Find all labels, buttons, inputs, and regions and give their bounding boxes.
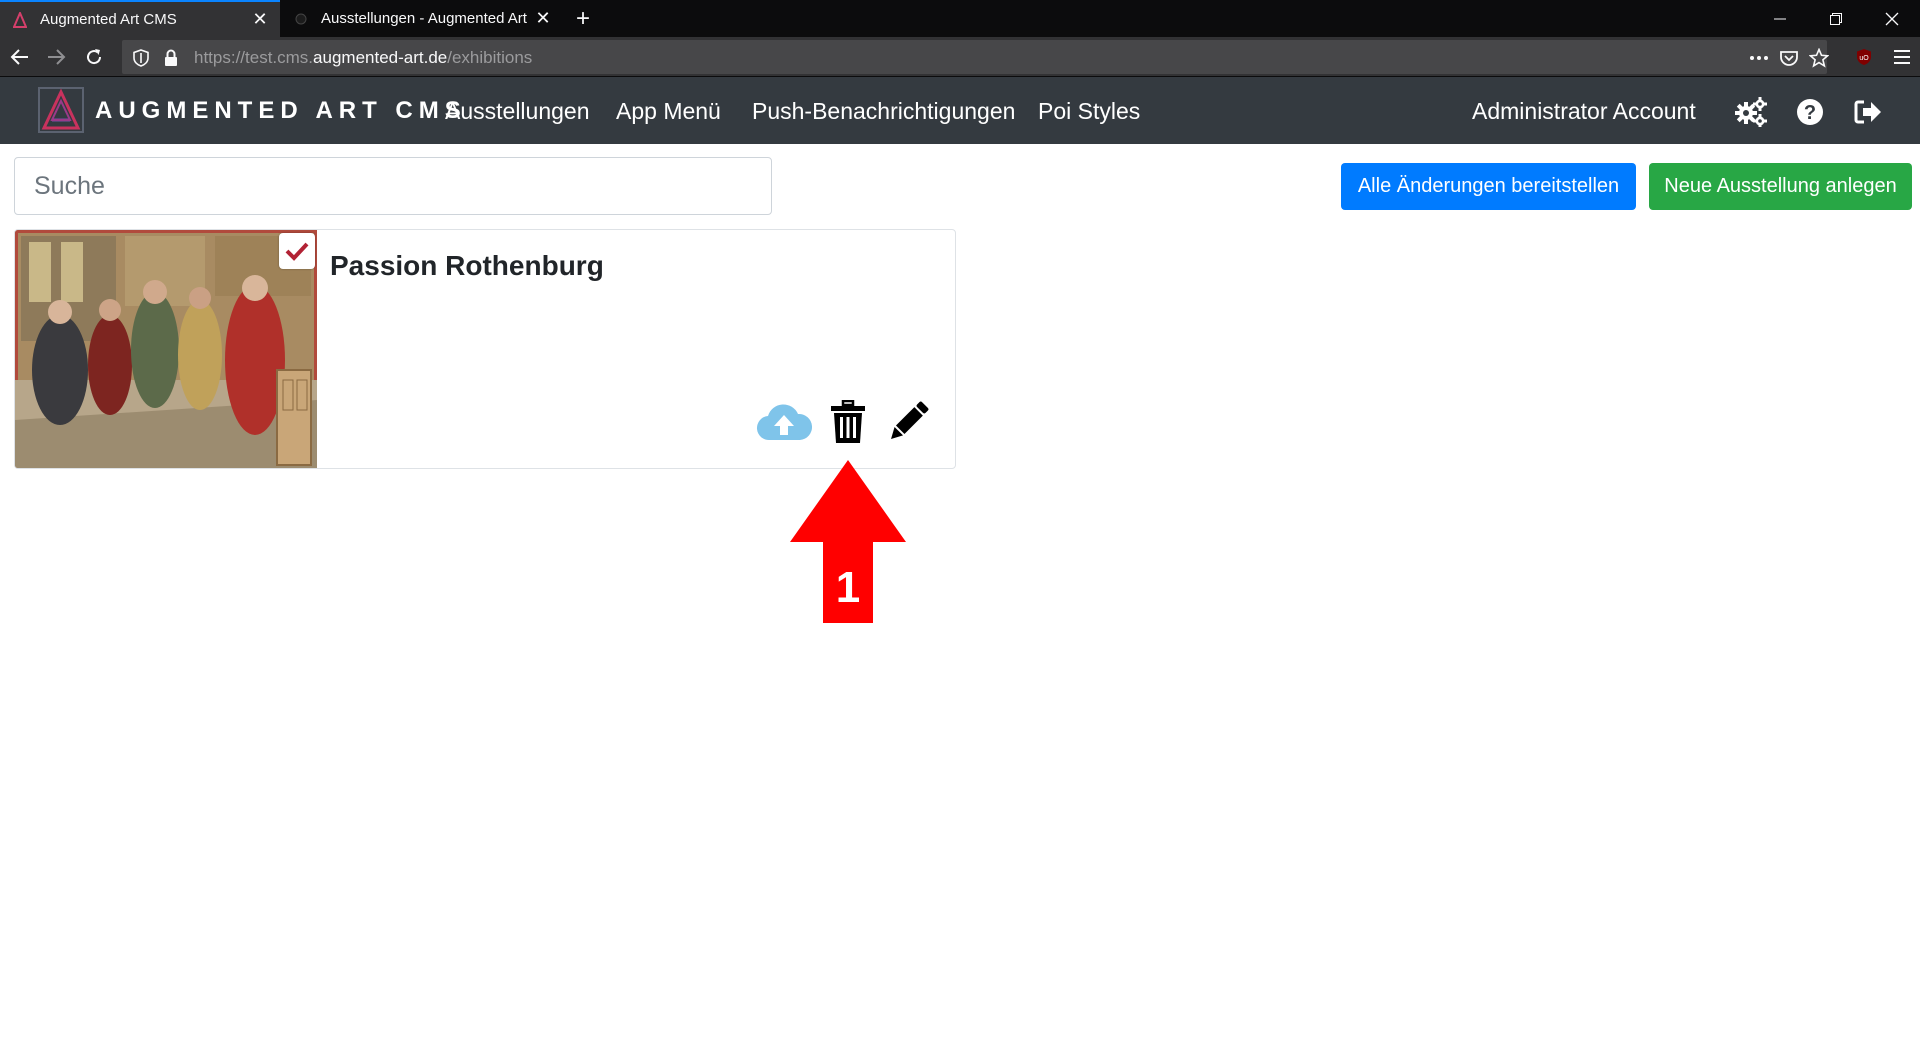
app-navbar: AUGMENTED ART CMS Ausstellungen App Menü…: [0, 77, 1920, 144]
tracking-shield-icon[interactable]: [128, 45, 154, 71]
exhibition-thumbnail-image[interactable]: [15, 230, 317, 468]
app-favicon-icon: [12, 11, 28, 28]
search-input[interactable]: [14, 157, 772, 215]
browser-toolbar: https://test.cms.augmented-art.de/exhibi…: [0, 37, 1920, 77]
pocket-icon[interactable]: [1776, 45, 1802, 71]
forward-arrow-icon[interactable]: [41, 42, 71, 72]
svg-text:uO: uO: [1859, 55, 1869, 62]
brand-name[interactable]: AUGMENTED ART CMS: [95, 97, 467, 125]
restore-window-icon[interactable]: [1808, 0, 1864, 37]
nav-exhibitions[interactable]: Ausstellungen: [445, 98, 590, 125]
page-actions-icon[interactable]: [1746, 45, 1772, 71]
new-exhibition-button[interactable]: Neue Ausstellung anlegen: [1649, 163, 1912, 210]
back-arrow-icon[interactable]: [5, 42, 35, 72]
brand-logo-icon[interactable]: [38, 87, 84, 133]
nav-administrator-account[interactable]: Administrator Account: [1472, 98, 1696, 125]
deploy-all-changes-button[interactable]: Alle Änderungen bereitstellen: [1341, 163, 1636, 210]
browser-tab[interactable]: Ausstellungen - Augmented Art ✕: [281, 0, 563, 37]
svg-text:?: ?: [1804, 102, 1816, 124]
settings-icon[interactable]: [1735, 96, 1767, 128]
minimize-window-icon[interactable]: [1752, 0, 1808, 37]
edit-pencil-icon[interactable]: [885, 398, 931, 446]
nav-push-notifications[interactable]: Push-Benachrichtigungen: [752, 98, 1015, 125]
ublock-extension-icon[interactable]: uO: [1849, 42, 1879, 72]
url-text[interactable]: https://test.cms.augmented-art.de/exhibi…: [194, 48, 532, 68]
exhibition-title[interactable]: Passion Rothenburg: [330, 250, 604, 282]
loading-favicon-icon: [293, 11, 309, 27]
browser-tab-active[interactable]: Augmented Art CMS ✕: [0, 0, 280, 37]
new-tab-button[interactable]: +: [568, 4, 598, 34]
exhibition-card: Passion Rothenburg: [14, 229, 956, 469]
reload-icon[interactable]: [79, 42, 109, 72]
browser-tab-bar: Augmented Art CMS ✕ Ausstellungen - Augm…: [0, 0, 1920, 37]
address-bar[interactable]: https://test.cms.augmented-art.de/exhibi…: [122, 40, 1829, 74]
lock-icon[interactable]: [158, 45, 184, 71]
nav-app-menu[interactable]: App Menü: [616, 98, 721, 125]
close-tab-icon[interactable]: ✕: [531, 7, 555, 31]
upload-cloud-icon[interactable]: [756, 398, 812, 446]
tab-title: Augmented Art CMS: [40, 11, 177, 28]
annotation-arrow: 1: [788, 458, 908, 625]
logout-icon[interactable]: [1852, 96, 1884, 128]
help-icon[interactable]: ?: [1794, 96, 1826, 128]
annotation-number: 1: [836, 563, 860, 612]
published-check-icon[interactable]: [279, 233, 315, 269]
bookmark-star-icon[interactable]: [1806, 45, 1832, 71]
nav-poi-styles[interactable]: Poi Styles: [1038, 98, 1140, 125]
close-tab-icon[interactable]: ✕: [248, 8, 272, 32]
hamburger-menu-icon[interactable]: [1887, 42, 1917, 72]
close-window-icon[interactable]: [1864, 0, 1920, 37]
trash-icon[interactable]: [827, 398, 869, 446]
tab-title: Ausstellungen - Augmented Art: [321, 10, 527, 27]
